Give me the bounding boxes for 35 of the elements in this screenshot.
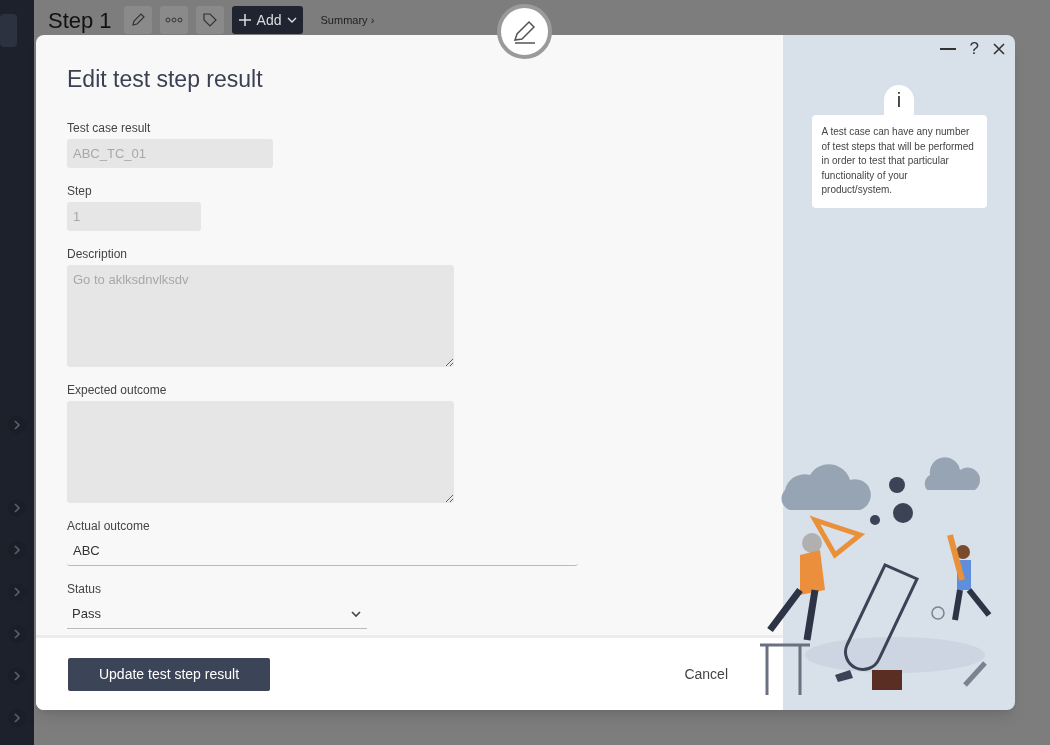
close-icon[interactable] [993, 43, 1005, 55]
chevron-right-icon[interactable] [8, 709, 26, 727]
add-button[interactable]: Add [231, 6, 303, 34]
chevron-right-icon[interactable] [8, 416, 26, 434]
tag-button[interactable] [195, 6, 224, 34]
chevron-right-icon[interactable] [8, 667, 26, 685]
help-button[interactable]: ? [969, 36, 979, 62]
info-text: A test case can have any number of test steps that will be performed in order to test that particular functionality of your product/system. [811, 115, 987, 208]
chevron-right-icon[interactable] [8, 541, 26, 559]
info-badge: i [884, 85, 914, 115]
chevron-right-icon[interactable] [8, 499, 26, 517]
tag-icon [201, 12, 218, 28]
plus-icon [237, 13, 252, 27]
breadcrumb-link[interactable]: Summary › [320, 11, 375, 29]
field-label: Actual outcome [67, 517, 151, 535]
field-label: Description [67, 245, 129, 263]
chevron-right-icon[interactable] [8, 625, 26, 643]
edit-button[interactable] [123, 6, 152, 34]
dialog-title: Edit test step result [67, 65, 264, 94]
page-title: Step 1 [48, 6, 112, 35]
chevron-right-icon[interactable] [8, 583, 26, 601]
pencil-icon [129, 12, 146, 28]
field-label: Step [67, 182, 93, 200]
field-label: Test case result [67, 119, 152, 137]
field-label: Status [67, 580, 103, 598]
status-dropdown[interactable]: Pass [67, 599, 367, 629]
update-button[interactable]: Update test step result [68, 657, 270, 691]
more-button[interactable] [159, 6, 188, 34]
chevron-down-icon [286, 17, 297, 23]
chevron-down-icon [350, 609, 362, 618]
field-label: Expected outcome [67, 381, 168, 399]
more-icon [164, 17, 183, 23]
cancel-button[interactable]: Cancel [684, 663, 728, 685]
input-field[interactable]: ABC [67, 536, 578, 566]
minimize-icon[interactable] [939, 47, 956, 51]
